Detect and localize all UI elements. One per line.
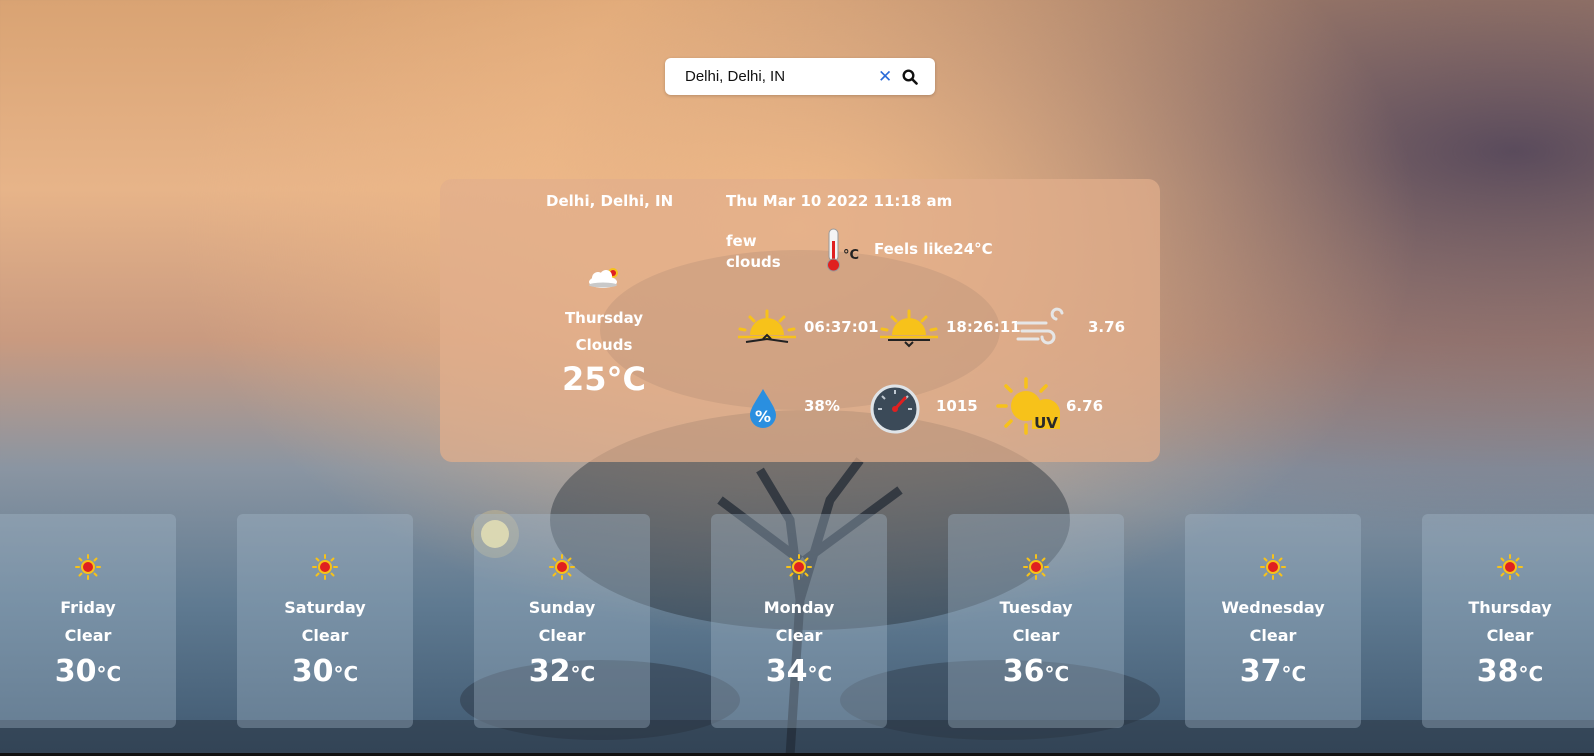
forecast-day: Friday bbox=[60, 598, 116, 617]
forecast-card: Friday Clear 30°C bbox=[0, 514, 176, 728]
uv-sun-icon: UV bbox=[996, 377, 1062, 443]
uv-label: UV bbox=[1034, 414, 1058, 432]
search-icon[interactable] bbox=[902, 68, 919, 85]
forecast-temp-value: 36 bbox=[1002, 654, 1045, 689]
forecast-day: Tuesday bbox=[999, 598, 1073, 617]
current-condition: Clouds bbox=[575, 336, 633, 354]
wind-icon bbox=[1016, 307, 1072, 353]
pressure-value: 1015 bbox=[936, 397, 978, 415]
forecast-temp-unit: °C bbox=[333, 662, 359, 686]
forecast-condition: Clear bbox=[301, 626, 349, 645]
current-weather-card: Delhi, Delhi, IN Thu Mar 10 2022 11:18 a… bbox=[440, 179, 1160, 462]
forecast-card: Tuesday Clear 36°C bbox=[948, 514, 1124, 728]
forecast-temperature: 30°C bbox=[237, 654, 413, 689]
forecast-temp-value: 38 bbox=[1476, 654, 1519, 689]
forecast-temperature: 30°C bbox=[0, 654, 176, 689]
sun-icon bbox=[1023, 554, 1049, 584]
humidity-drop-icon: % bbox=[746, 387, 780, 433]
humidity-value: 38% bbox=[804, 397, 840, 415]
forecast-day: Wednesday bbox=[1221, 598, 1325, 617]
forecast-temp-unit: °C bbox=[570, 662, 596, 686]
feels-like-label: Feels like24°C bbox=[874, 240, 993, 258]
weather-description: few clouds bbox=[726, 232, 781, 271]
uv-value: 6.76 bbox=[1066, 397, 1104, 415]
forecast-temp-unit: °C bbox=[1518, 662, 1544, 686]
forecast-condition: Clear bbox=[1486, 626, 1534, 645]
sun-icon bbox=[75, 554, 101, 584]
location-label: Delhi, Delhi, IN bbox=[546, 192, 674, 210]
forecast-card: Thursday Clear 38°C bbox=[1422, 514, 1594, 728]
forecast-temp-value: 32 bbox=[528, 654, 571, 689]
search-input[interactable] bbox=[683, 67, 872, 86]
forecast-temperature: 34°C bbox=[711, 654, 887, 689]
forecast-day: Sunday bbox=[528, 598, 596, 617]
forecast-temperature: 38°C bbox=[1422, 654, 1594, 689]
forecast-temp-unit: °C bbox=[807, 662, 833, 686]
forecast-day: Saturday bbox=[284, 598, 366, 617]
forecast-temperature: 36°C bbox=[948, 654, 1124, 689]
forecast-temp-value: 34 bbox=[765, 654, 808, 689]
thermometer-icon: °C bbox=[823, 227, 863, 277]
forecast-card: Saturday Clear 30°C bbox=[237, 514, 413, 728]
forecast-condition: Clear bbox=[1249, 626, 1297, 645]
sunset-icon bbox=[878, 309, 940, 353]
sunrise-time: 06:37:01 bbox=[804, 318, 879, 336]
wind-speed: 3.76 bbox=[1088, 318, 1126, 336]
pressure-gauge-icon bbox=[870, 384, 920, 438]
sunset-time: 18:26:11 bbox=[946, 318, 1021, 336]
forecast-condition: Clear bbox=[775, 626, 823, 645]
forecast-temperature: 37°C bbox=[1185, 654, 1361, 689]
close-icon[interactable]: ✕ bbox=[878, 67, 892, 87]
forecast-card: Monday Clear 34°C bbox=[711, 514, 887, 728]
forecast-temp-unit: °C bbox=[1044, 662, 1070, 686]
cloud-sun-icon bbox=[585, 264, 625, 294]
forecast-temp-unit: °C bbox=[96, 662, 122, 686]
sun-icon bbox=[1260, 554, 1286, 584]
forecast-condition: Clear bbox=[538, 626, 586, 645]
forecast-temp-value: 30 bbox=[291, 654, 334, 689]
sun-icon bbox=[786, 554, 812, 584]
forecast-day: Monday bbox=[763, 598, 835, 617]
forecast-temp-value: 37 bbox=[1239, 654, 1282, 689]
svg-text:%: % bbox=[755, 407, 771, 426]
forecast-temp-value: 30 bbox=[54, 654, 97, 689]
sunrise-icon bbox=[736, 309, 798, 351]
forecast-card: Wednesday Clear 37°C bbox=[1185, 514, 1361, 728]
thermo-unit-label: °C bbox=[843, 248, 859, 263]
forecast-temperature: 32°C bbox=[474, 654, 650, 689]
forecast-condition: Clear bbox=[64, 626, 112, 645]
current-temperature: 25°C bbox=[561, 360, 646, 398]
current-day: Thursday bbox=[564, 309, 644, 327]
forecast-day: Thursday bbox=[1468, 598, 1552, 617]
sun-icon bbox=[312, 554, 338, 584]
sun-icon bbox=[549, 554, 575, 584]
datetime-label: Thu Mar 10 2022 11:18 am bbox=[726, 192, 953, 210]
forecast-card: Sunday Clear 32°C bbox=[474, 514, 650, 728]
search-bar: ✕ bbox=[665, 58, 935, 95]
forecast-condition: Clear bbox=[1012, 626, 1060, 645]
sun-icon bbox=[1497, 554, 1523, 584]
forecast-temp-unit: °C bbox=[1281, 662, 1307, 686]
